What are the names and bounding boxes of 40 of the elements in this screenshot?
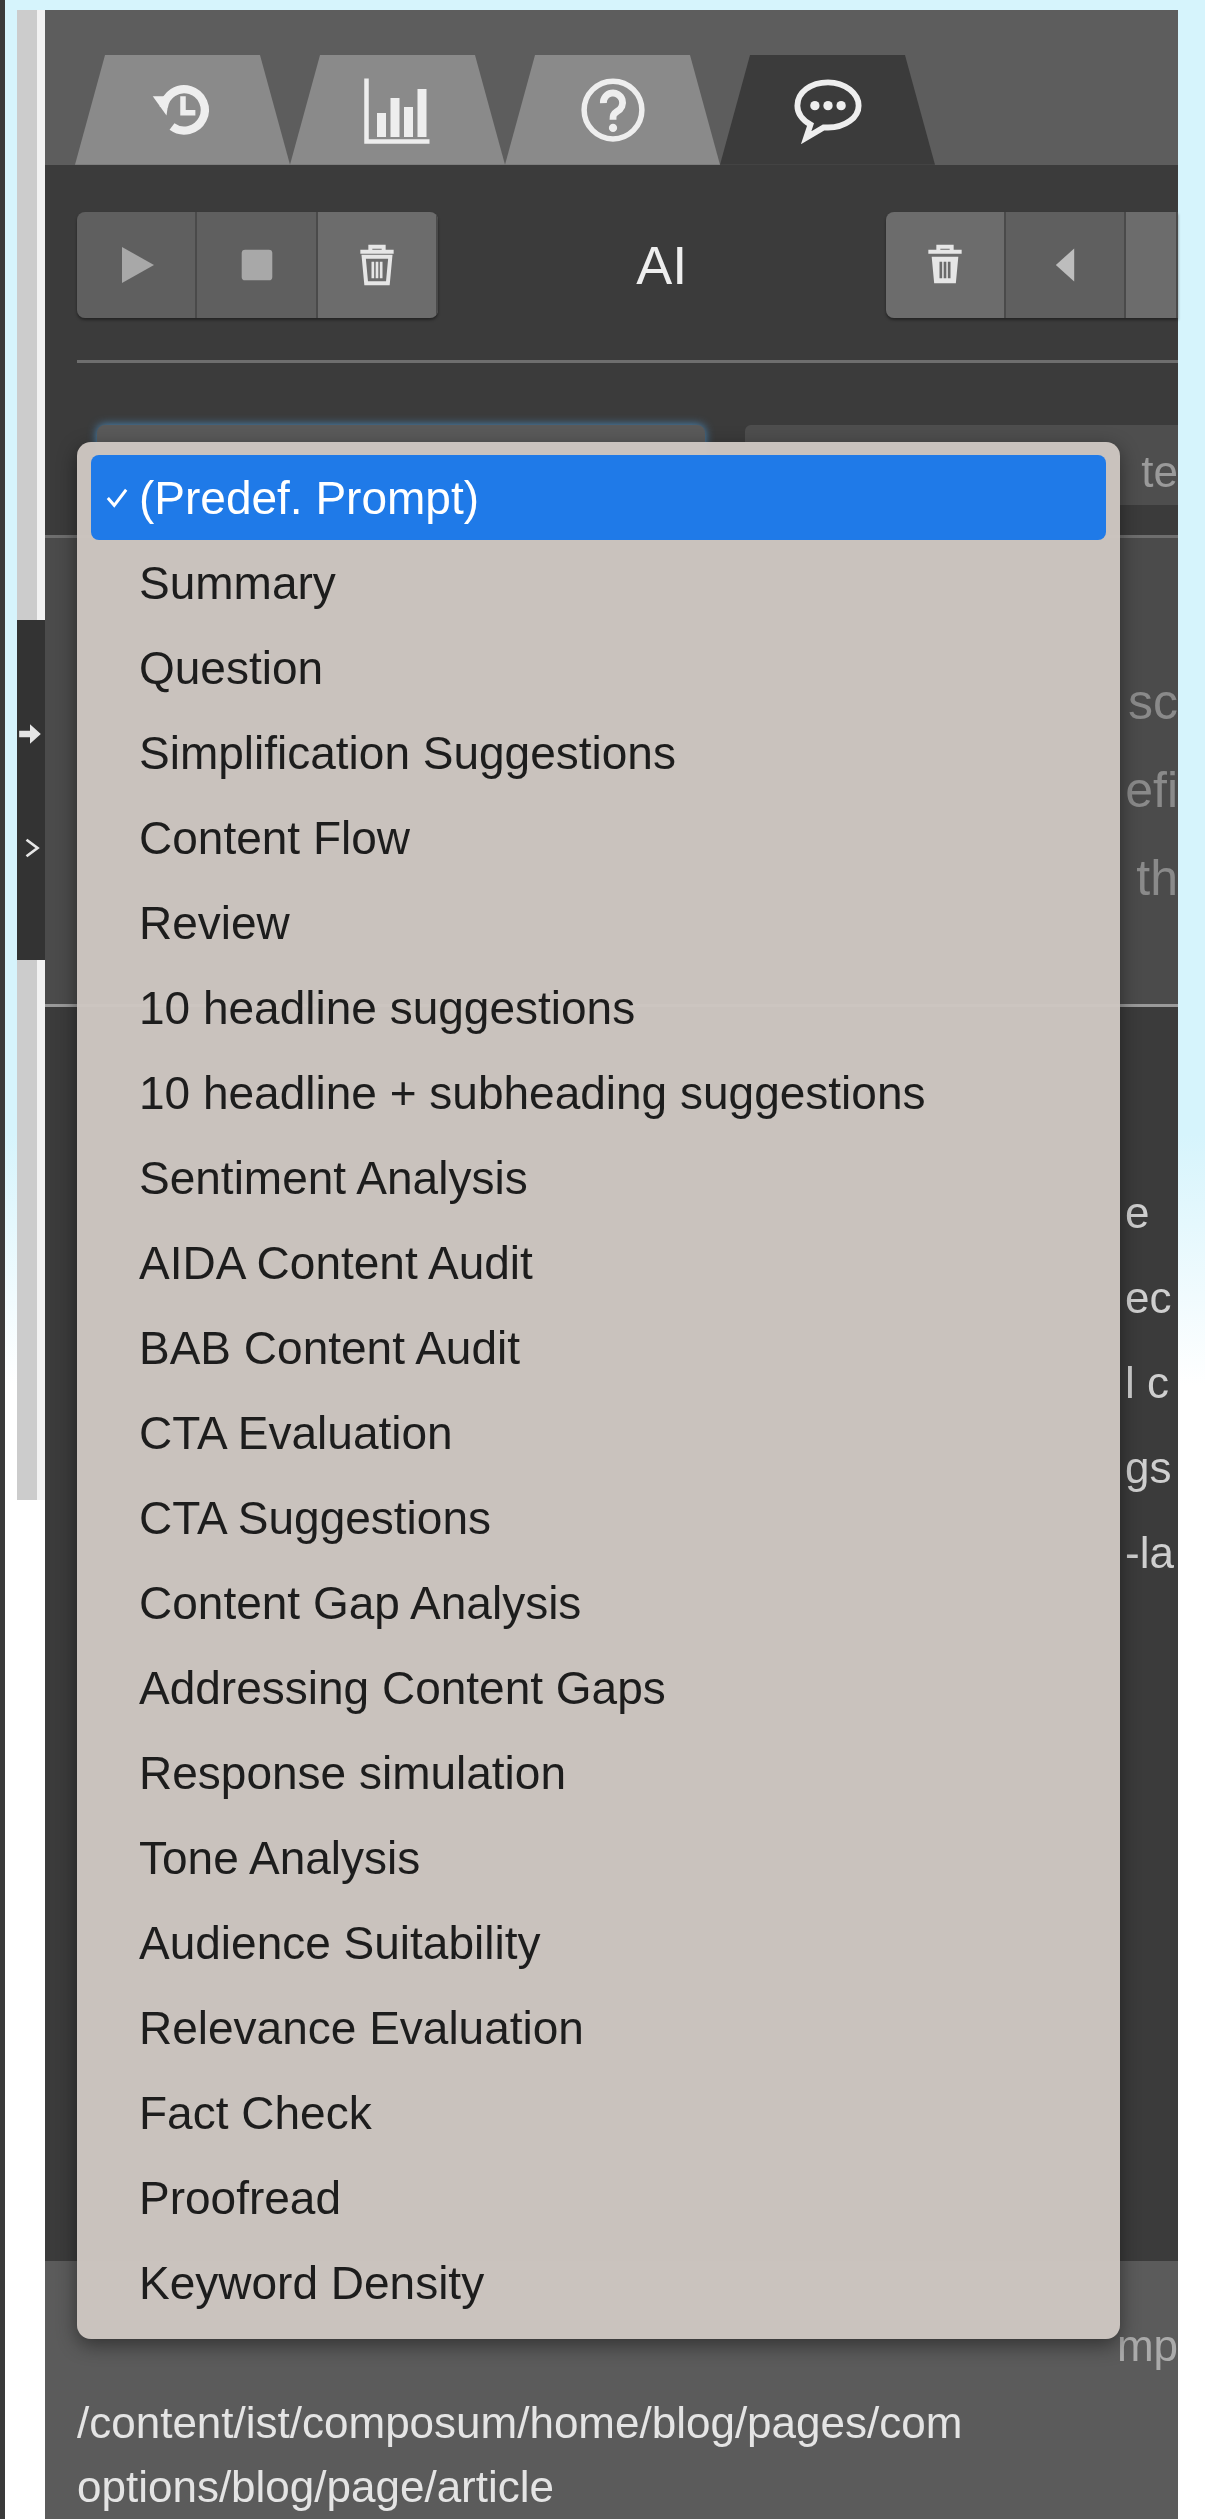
previous-button[interactable] — [1005, 211, 1127, 318]
menu-item[interactable]: Audience Suitability — [91, 1900, 1106, 1985]
menu-item[interactable]: Question — [91, 625, 1106, 710]
menu-item[interactable]: 10 headline + subheading suggestions — [91, 1050, 1106, 1135]
menu-item[interactable]: Content Gap Analysis — [91, 1560, 1106, 1645]
response-text: l c — [1125, 1357, 1169, 1410]
play-button[interactable] — [77, 211, 198, 318]
panel-title: AI — [635, 233, 689, 296]
help-icon — [579, 76, 646, 143]
response-text: -la — [1125, 1527, 1174, 1580]
delete-button[interactable] — [885, 211, 1006, 318]
menu-item[interactable]: BAB Content Audit — [91, 1305, 1106, 1390]
menu-item[interactable]: Fact Check — [91, 2070, 1106, 2155]
menu-item[interactable]: (Predef. Prompt) — [91, 455, 1106, 540]
response-text: e — [1125, 1187, 1150, 1240]
menu-item[interactable]: Simplification Suggestions — [91, 710, 1106, 795]
menu-item[interactable]: Summary — [91, 540, 1106, 625]
menu-item[interactable]: AIDA Content Audit — [91, 1220, 1106, 1305]
menu-item[interactable]: Review — [91, 880, 1106, 965]
menu-item[interactable]: Response simulation — [91, 1730, 1106, 1815]
menu-item[interactable]: Addressing Content Gaps — [91, 1645, 1106, 1730]
checkmark-icon — [106, 486, 128, 509]
stop-button[interactable] — [197, 211, 318, 318]
menu-item[interactable]: Sentiment Analysis — [91, 1135, 1106, 1220]
menu-item[interactable]: Proofread — [91, 2155, 1106, 2240]
response-text: gs — [1125, 1442, 1172, 1495]
menu-item[interactable]: Keyword Density — [91, 2240, 1106, 2325]
header-text: mp — [1116, 2321, 1178, 2371]
menu-item[interactable]: Content Flow — [91, 795, 1106, 880]
menu-item[interactable]: CTA Suggestions — [91, 1475, 1106, 1560]
side-panel-tab[interactable] — [17, 620, 45, 960]
menu-item[interactable]: Relevance Evaluation — [91, 1985, 1106, 2070]
path-text: /content/ist/composum/home/blog/pages/com — [77, 2397, 964, 2449]
response-text: ec — [1125, 1272, 1172, 1325]
menu-item[interactable]: 10 headline suggestions — [91, 965, 1106, 1050]
delete-button[interactable] — [317, 211, 439, 318]
stop-icon — [239, 247, 274, 282]
menu-item[interactable]: Tone Analysis — [91, 1815, 1106, 1900]
menu-item[interactable]: CTA Evaluation — [91, 1390, 1106, 1475]
path-text: options/blog/page/article — [77, 2461, 555, 2513]
